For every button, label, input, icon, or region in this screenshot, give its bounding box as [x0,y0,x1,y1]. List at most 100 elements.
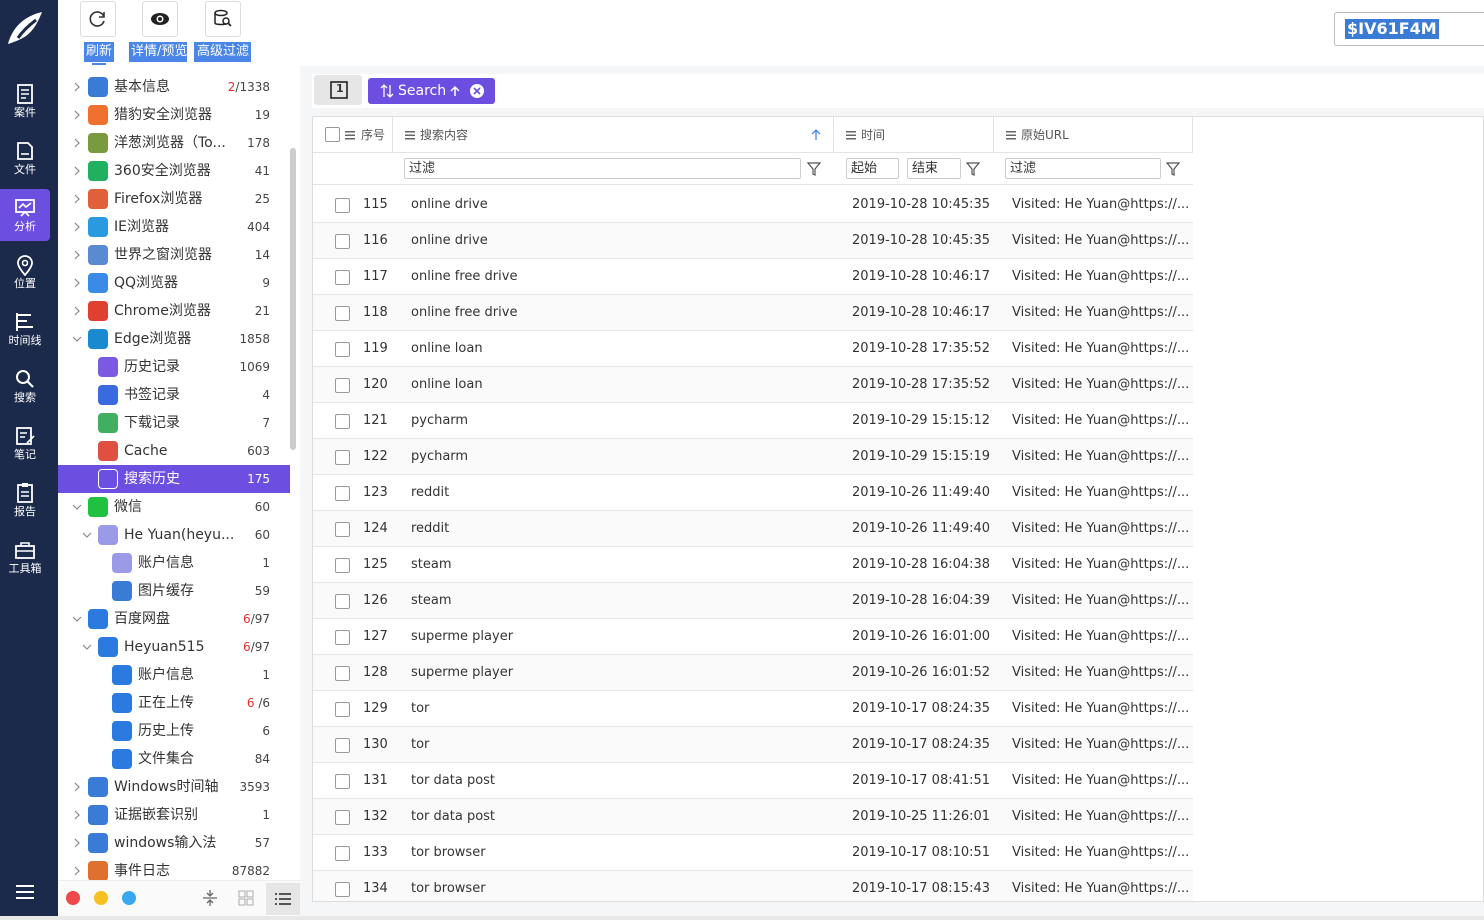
chevron-right-icon[interactable] [72,82,82,92]
tree-item[interactable]: 历史记录 1069 [58,353,290,381]
nav-item-file[interactable]: 文件 [0,132,50,184]
nav-item-location[interactable]: 位置 [0,246,50,298]
table-row[interactable]: 128 superme player 2019-10-26 16:01:52 Visi… [313,655,1193,691]
chevron-down-icon[interactable] [72,502,82,512]
chevron-down-icon[interactable] [72,334,82,344]
row-checkbox[interactable] [335,378,350,393]
sort-asc-icon[interactable] [811,129,821,141]
row-checkbox[interactable] [335,234,350,249]
row-checkbox[interactable] [335,738,350,753]
row-checkbox[interactable] [335,882,350,897]
row-checkbox[interactable] [335,558,350,573]
table-row[interactable]: 116 online drive 2019-10-28 10:45:35 Visite… [313,223,1193,259]
tree-item[interactable]: 下载记录 7 [58,409,290,437]
tree-item[interactable]: 搜索历史 175 [58,465,290,493]
row-checkbox[interactable] [335,666,350,681]
row-checkbox[interactable] [335,522,350,537]
chevron-right-icon[interactable] [72,278,82,288]
table-row[interactable]: 130 tor 2019-10-17 08:24:35 Visited: He Yua… [313,727,1193,763]
row-checkbox[interactable] [335,630,350,645]
tree-item[interactable]: Cache 603 [58,437,290,465]
tree-item[interactable]: 账户信息 1 [58,549,290,577]
filter-icon[interactable] [966,162,980,176]
tree-item[interactable]: 账户信息 1 [58,661,290,689]
row-checkbox[interactable] [335,846,350,861]
global-search-input[interactable]: $IV61F4M [1334,12,1484,46]
refresh-button[interactable] [80,1,116,37]
row-checkbox[interactable] [335,486,350,501]
header-seq[interactable]: 序号 [313,117,393,153]
table-row[interactable]: 118 online free drive 2019-10-28 10:46:17 V… [313,295,1193,331]
row-checkbox[interactable] [335,198,350,213]
table-row[interactable]: 131 tor data post 2019-10-17 08:41:51 Visit… [313,763,1193,799]
table-row[interactable]: 134 tor browser 2019-10-17 08:15:43 Visited… [313,871,1193,901]
chevron-right-icon[interactable] [72,194,82,204]
chevron-right-icon[interactable] [72,250,82,260]
start-time-input[interactable]: 起始 [846,158,899,179]
nav-item-analysis[interactable]: 分析 [0,189,50,241]
row-checkbox[interactable] [335,306,350,321]
nav-item-note[interactable]: 笔记 [0,417,50,469]
table-row[interactable]: 124 reddit 2019-10-26 11:49:40 Visited: He … [313,511,1193,547]
table-row[interactable]: 125 steam 2019-10-28 16:04:38 Visited: He Y… [313,547,1193,583]
url-filter-input[interactable]: 过滤 [1005,158,1161,179]
end-time-input[interactable]: 结束 [907,158,961,179]
chevron-down-icon[interactable] [82,642,92,652]
tree-item[interactable]: windows输入法 57 [58,829,290,857]
row-checkbox[interactable] [335,594,350,609]
tree-item[interactable]: 猎豹安全浏览器 19 [58,101,290,129]
header-content[interactable]: 搜索内容 [393,117,834,153]
tree-item[interactable]: 正在上传 6 /6 [58,689,290,717]
menu-icon[interactable] [14,884,36,900]
chevron-right-icon[interactable] [72,810,82,820]
table-row[interactable]: 129 tor 2019-10-17 08:24:35 Visited: He Yua… [313,691,1193,727]
table-row[interactable]: 117 online free drive 2019-10-28 10:46:17 V… [313,259,1193,295]
nav-item-timeline[interactable]: 时间线 [0,303,50,355]
yellow-dot-icon[interactable] [94,891,108,905]
nav-item-toolbox[interactable]: 工具箱 [0,531,50,583]
nav-item-search[interactable]: 搜索 [0,360,50,412]
tree-item[interactable]: 360安全浏览器 41 [58,157,290,185]
tree-item[interactable]: 微信 60 [58,493,290,521]
table-row[interactable]: 121 pycharm 2019-10-29 15:15:12 Visited: He… [313,403,1193,439]
tree-item[interactable]: 基本信息 2/1338 [58,73,290,101]
table-row[interactable]: 115 online drive 2019-10-28 10:45:35 Visite… [313,187,1193,223]
advanced-filter-button[interactable] [205,1,241,37]
column-menu-icon[interactable] [1006,131,1016,140]
tree-item[interactable]: IE浏览器 404 [58,213,290,241]
table-row[interactable]: 132 tor data post 2019-10-25 11:26:01 Visit… [313,799,1193,835]
tree-item[interactable]: He Yuan(heyu... 60 [58,521,290,549]
select-all-checkbox[interactable] [325,127,340,142]
filter-icon[interactable] [1166,162,1180,176]
blue-dot-icon[interactable] [122,891,136,905]
nav-item-report[interactable]: 报告 [0,474,50,526]
chevron-right-icon[interactable] [72,306,82,316]
row-checkbox[interactable] [335,702,350,717]
tree-item[interactable]: Windows时间轴 3593 [58,773,290,801]
content-filter-input[interactable]: 过滤 [404,158,801,179]
chevron-down-icon[interactable] [82,530,92,540]
tree-item[interactable]: QQ浏览器 9 [58,269,290,297]
grid-view-icon[interactable] [238,890,254,906]
column-menu-icon[interactable] [846,131,856,140]
tree-item[interactable]: 历史上传 6 [58,717,290,745]
table-row[interactable]: 122 pycharm 2019-10-29 15:15:19 Visited: He… [313,439,1193,475]
chevron-right-icon[interactable] [72,222,82,232]
header-time[interactable]: 时间 [834,117,994,153]
tree-item[interactable]: 图片缓存 59 [58,577,290,605]
tree-item[interactable]: Edge浏览器 1858 [58,325,290,353]
tree-item[interactable]: Heyuan515 6/97 [58,633,290,661]
tree-item[interactable]: Firefox浏览器 25 [58,185,290,213]
filter-icon[interactable] [807,162,821,176]
chevron-right-icon[interactable] [72,782,82,792]
chevron-right-icon[interactable] [72,138,82,148]
tree-item[interactable]: 世界之窗浏览器 14 [58,241,290,269]
row-checkbox[interactable] [335,414,350,429]
details-preview-button[interactable] [142,1,178,37]
tree-item[interactable]: 文件集合 84 [58,745,290,773]
table-row[interactable]: 126 steam 2019-10-28 16:04:39 Visited: He Y… [313,583,1193,619]
table-row[interactable]: 127 superme player 2019-10-26 16:01:00 Visi… [313,619,1193,655]
column-menu-icon[interactable] [405,131,415,140]
tab-search[interactable]: Search [368,78,495,104]
tree-item[interactable]: 书签记录 4 [58,381,290,409]
